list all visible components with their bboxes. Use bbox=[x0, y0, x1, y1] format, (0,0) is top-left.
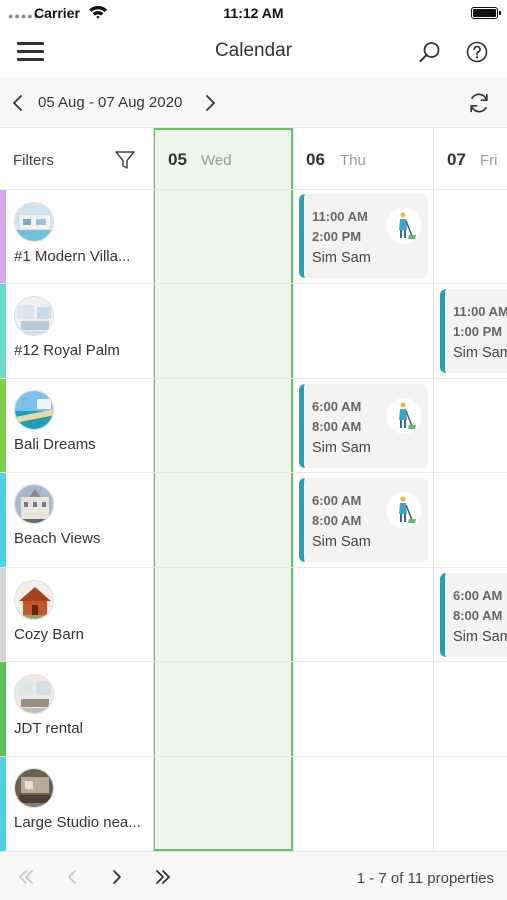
filters-label: Filters bbox=[13, 152, 54, 169]
app-header: Calendar bbox=[0, 26, 507, 78]
refresh-icon[interactable] bbox=[467, 91, 491, 115]
event-assignee: Sim Sam bbox=[312, 440, 371, 456]
status-bar: ●●●●● Carrier 11:12 AM bbox=[0, 0, 507, 26]
search-icon[interactable] bbox=[418, 40, 442, 64]
property-avatar bbox=[14, 674, 54, 714]
double-chevron-right-icon[interactable] bbox=[152, 866, 174, 888]
property-avatar bbox=[14, 580, 54, 620]
event-start-time: 6:00 AM bbox=[453, 588, 503, 603]
property-color-stripe bbox=[0, 473, 6, 567]
property-row[interactable]: #12 Royal Palm bbox=[0, 284, 153, 378]
property-name: #1 Modern Villa... bbox=[14, 248, 131, 265]
cleaning-icon bbox=[386, 398, 422, 434]
pagination-summary: 1 - 7 of 11 properties bbox=[356, 870, 494, 887]
property-row[interactable]: Cozy Barn bbox=[0, 568, 153, 661]
filters-button[interactable]: Filters bbox=[0, 128, 153, 189]
event-start-time: 11:00 AM bbox=[453, 304, 507, 319]
event-assignee: Sim Sam bbox=[312, 534, 371, 550]
day-name: Fri bbox=[480, 152, 498, 169]
event-card[interactable]: 6:00 AM 8:00 AM Sim Sam bbox=[440, 573, 507, 657]
date-navigation-bar: 05 Aug - 07 Aug 2020 bbox=[0, 78, 507, 128]
cleaning-icon bbox=[386, 492, 422, 528]
property-color-stripe bbox=[0, 568, 6, 661]
event-end-time: 8:00 AM bbox=[312, 513, 362, 528]
day-header-05[interactable]: 05 Wed bbox=[153, 128, 293, 189]
property-row[interactable]: #1 Modern Villa... bbox=[0, 190, 153, 283]
clock: 11:12 AM bbox=[223, 5, 284, 21]
day-number: 06 bbox=[306, 150, 325, 169]
day-header-07[interactable]: 07 Fri bbox=[433, 128, 507, 189]
date-range-label[interactable]: 05 Aug - 07 Aug 2020 bbox=[38, 94, 182, 111]
property-row[interactable]: JDT rental bbox=[0, 662, 153, 756]
property-avatar bbox=[14, 202, 54, 242]
chevron-right-icon[interactable] bbox=[106, 866, 128, 888]
selected-day-column[interactable] bbox=[153, 128, 293, 851]
chevron-left-icon[interactable] bbox=[11, 93, 25, 113]
battery-icon bbox=[471, 7, 501, 19]
property-avatar bbox=[14, 296, 54, 336]
event-card[interactable]: 11:00 AM 2:00 PM Sim Sam bbox=[299, 194, 428, 278]
property-row[interactable]: Large Studio nea... bbox=[0, 757, 153, 851]
property-color-stripe bbox=[0, 662, 6, 756]
event-start-time: 11:00 AM bbox=[312, 209, 368, 224]
calendar-grid: Filters 05 Wed 06 Thu 07 Fri #1 Modern V… bbox=[0, 128, 507, 851]
property-name: #12 Royal Palm bbox=[14, 342, 120, 359]
event-end-time: 8:00 AM bbox=[453, 608, 503, 623]
event-start-time: 6:00 AM bbox=[312, 493, 362, 508]
property-color-stripe bbox=[0, 379, 6, 472]
cleaning-icon bbox=[386, 208, 422, 244]
property-avatar bbox=[14, 484, 54, 524]
property-color-stripe bbox=[0, 757, 6, 851]
property-color-stripe bbox=[0, 190, 6, 283]
day-header-06[interactable]: 06 Thu bbox=[293, 128, 433, 189]
chevron-right-icon[interactable] bbox=[203, 93, 217, 113]
chevron-left-icon[interactable] bbox=[61, 866, 83, 888]
property-name: Beach Views bbox=[14, 530, 101, 547]
event-assignee: Sim Sam bbox=[453, 629, 507, 645]
event-card[interactable]: 6:00 AM 8:00 AM Sim Sam bbox=[299, 478, 428, 562]
event-end-time: 2:00 PM bbox=[312, 229, 362, 244]
property-avatar bbox=[14, 768, 54, 808]
event-assignee: Sim Sam bbox=[312, 250, 371, 266]
pagination-bar: 1 - 7 of 11 properties bbox=[0, 851, 507, 900]
help-circle-icon[interactable] bbox=[465, 40, 489, 64]
property-name: Cozy Barn bbox=[14, 626, 85, 643]
event-end-time: 1:00 PM bbox=[453, 324, 503, 339]
day-name: Wed bbox=[201, 152, 232, 169]
event-end-time: 8:00 AM bbox=[312, 419, 362, 434]
property-avatar bbox=[14, 390, 54, 430]
event-assignee: Sim Sam bbox=[453, 345, 507, 361]
event-start-time: 6:00 AM bbox=[312, 399, 362, 414]
property-row[interactable]: Bali Dreams bbox=[0, 379, 153, 472]
double-chevron-left-icon[interactable] bbox=[15, 866, 37, 888]
property-name: JDT rental bbox=[14, 720, 83, 737]
property-name: Bali Dreams bbox=[14, 436, 96, 453]
day-name: Thu bbox=[340, 152, 366, 169]
property-name: Large Studio nea... bbox=[14, 814, 141, 831]
day-number: 05 bbox=[168, 150, 187, 169]
filter-icon bbox=[115, 151, 135, 169]
property-color-stripe bbox=[0, 284, 6, 378]
property-row[interactable]: Beach Views bbox=[0, 473, 153, 567]
day-number: 07 bbox=[447, 150, 466, 169]
event-card[interactable]: 6:00 AM 8:00 AM Sim Sam bbox=[299, 384, 428, 468]
event-card[interactable]: 11:00 AM 1:00 PM Sim Sam bbox=[440, 289, 507, 373]
